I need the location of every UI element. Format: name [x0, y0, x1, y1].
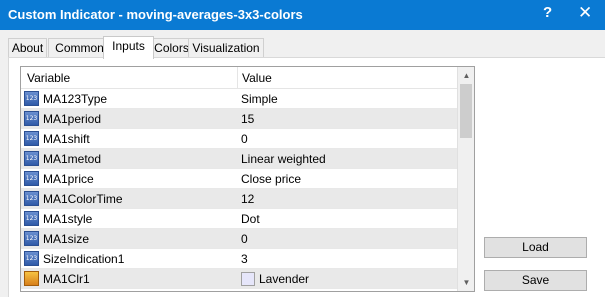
- variable-value[interactable]: Linear weighted: [241, 152, 326, 166]
- table-row[interactable]: 123 MA1period 15: [21, 109, 457, 129]
- scroll-thumb[interactable]: [460, 84, 472, 138]
- close-button[interactable]: ✕: [578, 3, 592, 23]
- color-swatch[interactable]: [241, 272, 255, 286]
- save-button[interactable]: Save: [484, 270, 587, 291]
- integer-variable-icon: 123: [24, 151, 39, 166]
- vertical-scrollbar[interactable]: ▲ ▼: [457, 67, 474, 291]
- variable-value[interactable]: 0: [241, 232, 248, 246]
- variable-name: MA1metod: [43, 152, 102, 166]
- grid-header: Variable Value: [21, 67, 457, 89]
- variable-name: MA1size: [43, 232, 90, 246]
- tab-visualization[interactable]: Visualization: [188, 38, 264, 58]
- variable-name: MA1period: [43, 112, 102, 126]
- variable-value[interactable]: 0: [241, 132, 248, 146]
- integer-variable-icon: 123: [24, 231, 39, 246]
- table-row[interactable]: MA1Clr1 Lavender: [21, 269, 457, 289]
- variable-value[interactable]: 15: [241, 112, 254, 126]
- load-button[interactable]: Load: [484, 237, 587, 258]
- variable-value[interactable]: 12: [241, 192, 254, 206]
- table-row[interactable]: 123 MA1ColorTime 12: [21, 189, 457, 209]
- column-header-variable[interactable]: Variable: [27, 71, 70, 85]
- integer-variable-icon: 123: [24, 171, 39, 186]
- variable-name: SizeIndication1: [43, 252, 125, 266]
- variable-value[interactable]: 3: [241, 252, 248, 266]
- color-variable-icon: [24, 271, 39, 286]
- table-row[interactable]: 123 MA1size 0: [21, 229, 457, 249]
- integer-variable-icon: 123: [24, 131, 39, 146]
- integer-variable-icon: 123: [24, 211, 39, 226]
- variable-name: MA1ColorTime: [43, 192, 123, 206]
- variable-name: MA1shift: [43, 132, 90, 146]
- window-title: Custom Indicator - moving-averages-3x3-c…: [8, 7, 303, 22]
- header-divider: [237, 67, 238, 89]
- variable-value[interactable]: Close price: [241, 172, 301, 186]
- help-button[interactable]: ?: [543, 4, 552, 21]
- variable-name: MA1style: [43, 212, 93, 226]
- table-row[interactable]: 123 MA1metod Linear weighted: [21, 149, 457, 169]
- scroll-down-arrow-icon[interactable]: ▼: [458, 274, 474, 291]
- table-row[interactable]: 123 SizeIndication1 3: [21, 249, 457, 269]
- inputs-grid: Variable Value 123 MA123Type Simple 123 …: [20, 66, 475, 292]
- tab-about[interactable]: About: [8, 38, 47, 58]
- variable-value[interactable]: Lavender: [259, 272, 309, 286]
- table-row[interactable]: 123 MA123Type Simple: [21, 89, 457, 109]
- tab-inputs[interactable]: Inputs: [103, 36, 154, 59]
- title-bar: Custom Indicator - moving-averages-3x3-c…: [0, 0, 605, 30]
- scroll-up-arrow-icon[interactable]: ▲: [458, 67, 474, 84]
- variable-value[interactable]: Simple: [241, 92, 278, 106]
- variable-name: MA1price: [43, 172, 94, 186]
- integer-variable-icon: 123: [24, 191, 39, 206]
- tab-common[interactable]: Common: [48, 38, 111, 58]
- integer-variable-icon: 123: [24, 251, 39, 266]
- variable-name: MA123Type: [43, 92, 108, 106]
- column-header-value[interactable]: Value: [242, 71, 272, 85]
- variable-value[interactable]: Dot: [241, 212, 260, 226]
- integer-variable-icon: 123: [24, 91, 39, 106]
- table-row[interactable]: 123 MA1shift 0: [21, 129, 457, 149]
- table-row[interactable]: 123 MA1style Dot: [21, 209, 457, 229]
- variable-name: MA1Clr1: [43, 272, 90, 286]
- integer-variable-icon: 123: [24, 111, 39, 126]
- table-row[interactable]: 123 MA1price Close price: [21, 169, 457, 189]
